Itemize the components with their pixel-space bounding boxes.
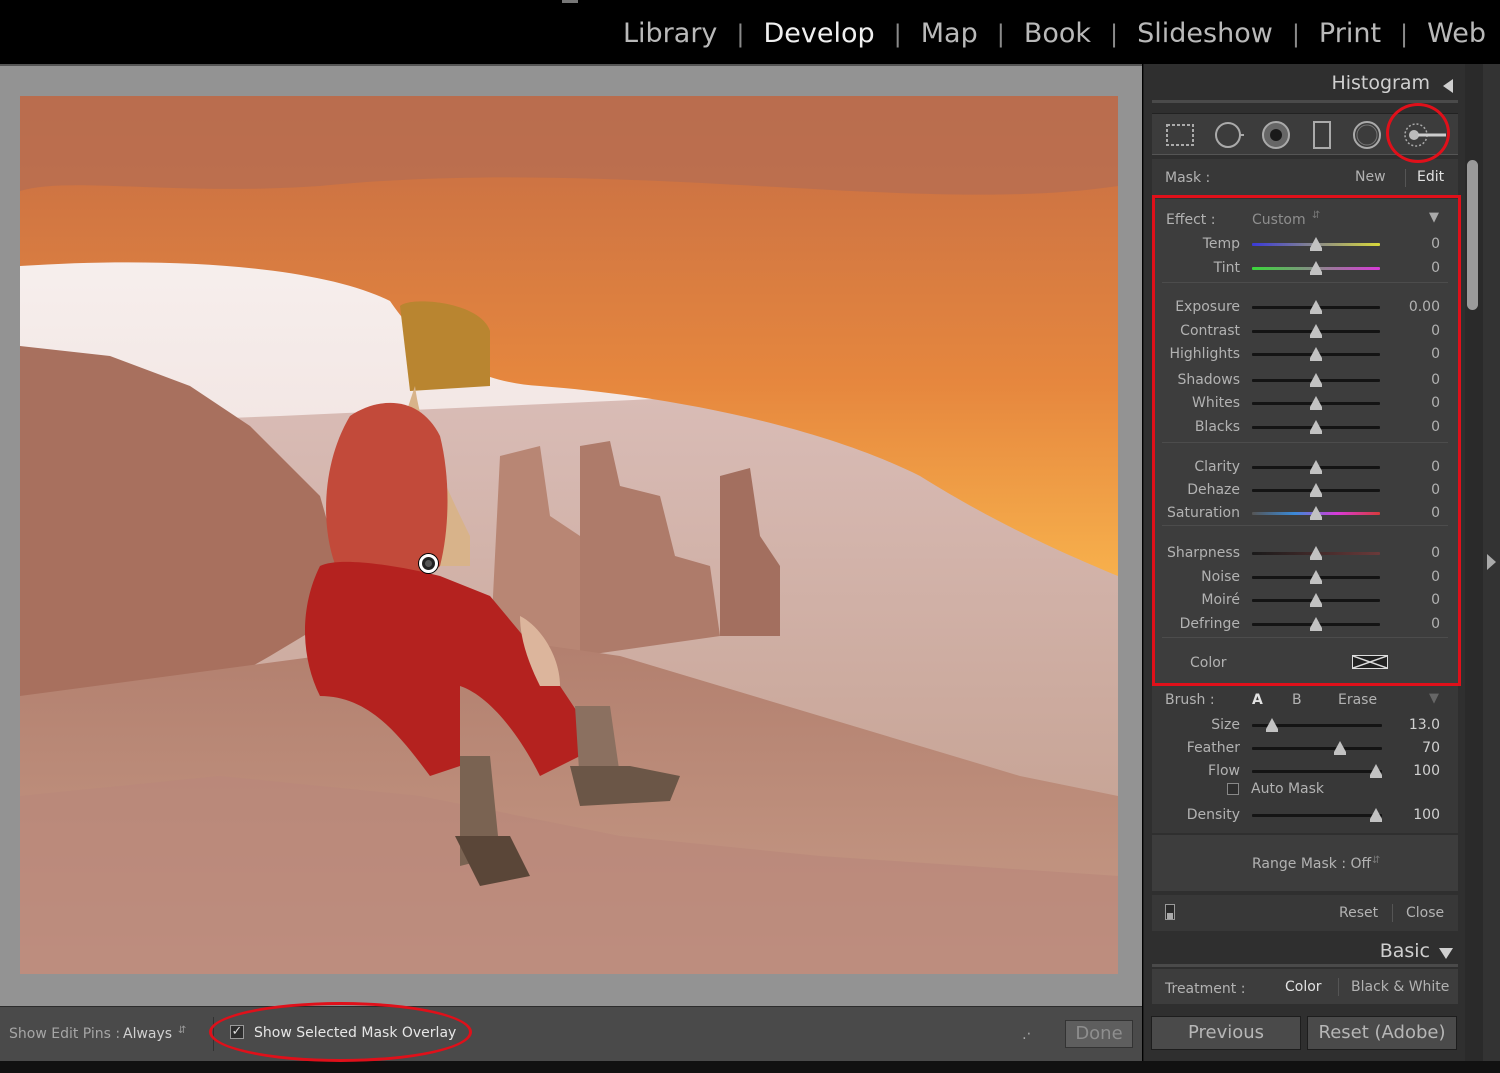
photo-scene [20, 96, 1118, 974]
brush-feather-slider-thumb[interactable] [1334, 741, 1346, 755]
brush-feather-value[interactable]: 70 [1400, 740, 1440, 756]
panel-scrollbar-thumb[interactable] [1467, 160, 1478, 310]
mask-label: Mask : [1165, 170, 1211, 186]
radial-filter-icon[interactable] [1352, 120, 1382, 150]
expand-triangle-icon[interactable] [1439, 948, 1453, 959]
range-mask-select[interactable]: Range Mask : Off [1252, 856, 1371, 872]
brush-row-density: Density 100 [1152, 807, 1458, 827]
previous-button[interactable]: Previous [1151, 1016, 1301, 1050]
brush-row-feather: Feather 70 [1152, 740, 1458, 760]
panel-divider [1152, 964, 1458, 967]
basic-header[interactable]: Basic [1152, 940, 1458, 962]
annotation-ellipse-mask-overlay [209, 1002, 472, 1062]
brush-size-label: Size [1211, 717, 1240, 733]
module-print[interactable]: Print [1319, 18, 1381, 49]
done-button[interactable]: Done [1065, 1020, 1133, 1048]
module-picker-bar: Library | Develop | Map | Book | Slideshow | Print… [0, 0, 1500, 64]
histogram-header[interactable]: Histogram [1152, 72, 1458, 94]
reset-button[interactable]: Reset [1339, 905, 1378, 921]
brush-section: Brush : A B Erase ▼ Size 13.0 Feather 70 Flo… [1152, 685, 1458, 833]
photo-canvas[interactable] [20, 96, 1118, 974]
module-map[interactable]: Map [921, 18, 978, 49]
treatment-color-button[interactable]: Color [1285, 979, 1322, 995]
right-panel-edge [1483, 64, 1500, 1061]
treatment-divider [1338, 978, 1339, 996]
module-separator: | [1110, 19, 1119, 48]
module-separator: | [736, 19, 745, 48]
mask-divider [1405, 169, 1406, 187]
range-mask-arrows-icon[interactable]: ⇵ [1372, 855, 1380, 866]
module-library[interactable]: Library [623, 18, 717, 49]
edit-pin[interactable] [419, 554, 438, 573]
treatment-row: Treatment : Color Black & White [1152, 969, 1458, 1004]
brush-density-slider-track[interactable] [1252, 814, 1382, 817]
reset-adobe-button[interactable]: Reset (Adobe) [1307, 1016, 1457, 1050]
crop-overlay-icon[interactable] [1165, 120, 1195, 150]
module-slideshow[interactable]: Slideshow [1137, 18, 1273, 49]
brush-label: Brush : [1165, 692, 1215, 708]
show-edit-pins-select[interactable]: Always [123, 1026, 172, 1042]
panel-toggle-arrow-icon[interactable] [1487, 554, 1496, 570]
brush-a-button[interactable]: A [1252, 692, 1263, 708]
brush-row-flow: Flow 100 [1152, 763, 1458, 783]
histogram-title: Histogram [1331, 72, 1430, 94]
brush-feather-label: Feather [1186, 740, 1240, 756]
brush-size-slider-thumb[interactable] [1266, 718, 1278, 732]
mask-row: Mask : New Edit [1152, 159, 1458, 195]
brush-disclosure-icon[interactable]: ▼ [1429, 691, 1439, 706]
mask-edit-button[interactable]: Edit [1417, 169, 1444, 185]
module-separator: | [1400, 19, 1409, 48]
busy-spinner-icon: ․‧ [1022, 1027, 1032, 1043]
brush-row-size: Size 13.0 [1152, 717, 1458, 737]
basic-title: Basic [1379, 940, 1430, 962]
panel-switch[interactable] [1165, 904, 1175, 920]
brush-density-value[interactable]: 100 [1400, 807, 1440, 823]
brush-feather-slider-track[interactable] [1252, 747, 1382, 750]
module-separator: | [996, 19, 1005, 48]
mask-new-button[interactable]: New [1355, 169, 1386, 185]
top-panel-toggle[interactable] [562, 0, 578, 3]
module-book[interactable]: Book [1024, 18, 1091, 49]
brush-flow-slider-thumb[interactable] [1370, 764, 1382, 778]
brush-b-button[interactable]: B [1292, 692, 1302, 708]
module-separator: | [1291, 19, 1300, 48]
auto-mask-label[interactable]: Auto Mask [1251, 781, 1324, 797]
reset-close-divider [1392, 904, 1393, 922]
brush-flow-label: Flow [1208, 763, 1240, 779]
brush-density-label: Density [1186, 807, 1240, 823]
spot-removal-icon[interactable] [1214, 120, 1244, 150]
reset-close-row: Reset Close [1152, 895, 1458, 931]
treatment-bw-button[interactable]: Black & White [1351, 979, 1449, 995]
treatment-label: Treatment : [1165, 981, 1246, 997]
select-arrows-icon[interactable]: ⇵ [178, 1025, 186, 1036]
image-viewer [0, 64, 1142, 1006]
filmstrip-edge [0, 1061, 1500, 1073]
range-mask-row: Range Mask : Off ⇵ [1152, 835, 1458, 891]
close-button[interactable]: Close [1406, 905, 1444, 921]
brush-flow-value[interactable]: 100 [1400, 763, 1440, 779]
graduated-filter-icon[interactable] [1307, 120, 1337, 150]
brush-flow-slider-track[interactable] [1252, 770, 1382, 773]
module-list: Library | Develop | Map | Book | Slideshow | Print… [623, 18, 1486, 49]
collapse-triangle-icon[interactable] [1443, 79, 1453, 93]
red-eye-icon[interactable] [1261, 120, 1291, 150]
annotation-circle-brush-tool [1386, 103, 1450, 163]
brush-erase-button[interactable]: Erase [1338, 692, 1377, 708]
annotation-box-effect-panel [1152, 195, 1461, 686]
module-separator: | [893, 19, 902, 48]
module-develop[interactable]: Develop [764, 18, 875, 49]
module-web[interactable]: Web [1427, 18, 1486, 49]
brush-size-value[interactable]: 13.0 [1400, 717, 1440, 733]
auto-mask-checkbox[interactable] [1227, 783, 1239, 795]
brush-density-slider-thumb[interactable] [1370, 808, 1382, 822]
develop-toolbar: Show Edit Pins : Always ⇵ ✓ Show Selecte… [0, 1006, 1142, 1061]
show-edit-pins-label: Show Edit Pins : [9, 1026, 121, 1042]
